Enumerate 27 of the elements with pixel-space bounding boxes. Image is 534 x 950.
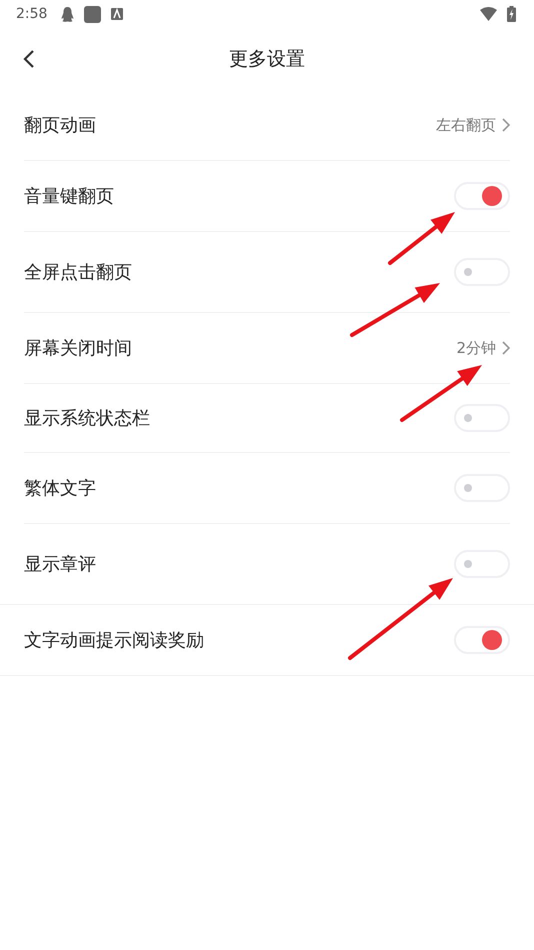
arrow — [388, 212, 455, 265]
setting-label: 屏幕关闭时间 — [24, 337, 133, 360]
toggle-switch[interactable] — [454, 550, 510, 578]
chevron-icon — [502, 118, 510, 132]
toggle-switch[interactable] — [454, 474, 510, 502]
setting-label: 显示章评 — [24, 553, 97, 576]
penguin-icon — [61, 6, 74, 22]
setting-label: 音量键翻页 — [24, 185, 115, 208]
setting-value[interactable]: 左右翻页 — [436, 116, 496, 134]
setting-label: 显示系统状态栏 — [24, 407, 151, 430]
setting-value[interactable]: 2分钟 — [456, 338, 496, 358]
toggle-switch[interactable] — [454, 404, 510, 432]
setting-label: 全屏点击翻页 — [24, 261, 133, 284]
setting-label: 文字动画提示阅读奖励 — [24, 629, 205, 652]
setting-label: 繁体文字 — [24, 477, 97, 500]
app-icon — [84, 6, 102, 22]
chevron-icon — [502, 341, 510, 355]
page-title: 更多设置 — [229, 47, 305, 72]
setting-label: 翻页动画 — [24, 114, 97, 137]
app-icon — [111, 8, 124, 20]
battery-icon — [507, 6, 516, 22]
toggle-switch[interactable] — [454, 182, 510, 210]
back-icon[interactable] — [23, 49, 35, 69]
toggle-switch[interactable] — [454, 258, 510, 286]
status-time: 2:58 — [16, 6, 48, 22]
toggle-switch[interactable] — [454, 626, 510, 654]
wifi-icon — [480, 7, 497, 21]
